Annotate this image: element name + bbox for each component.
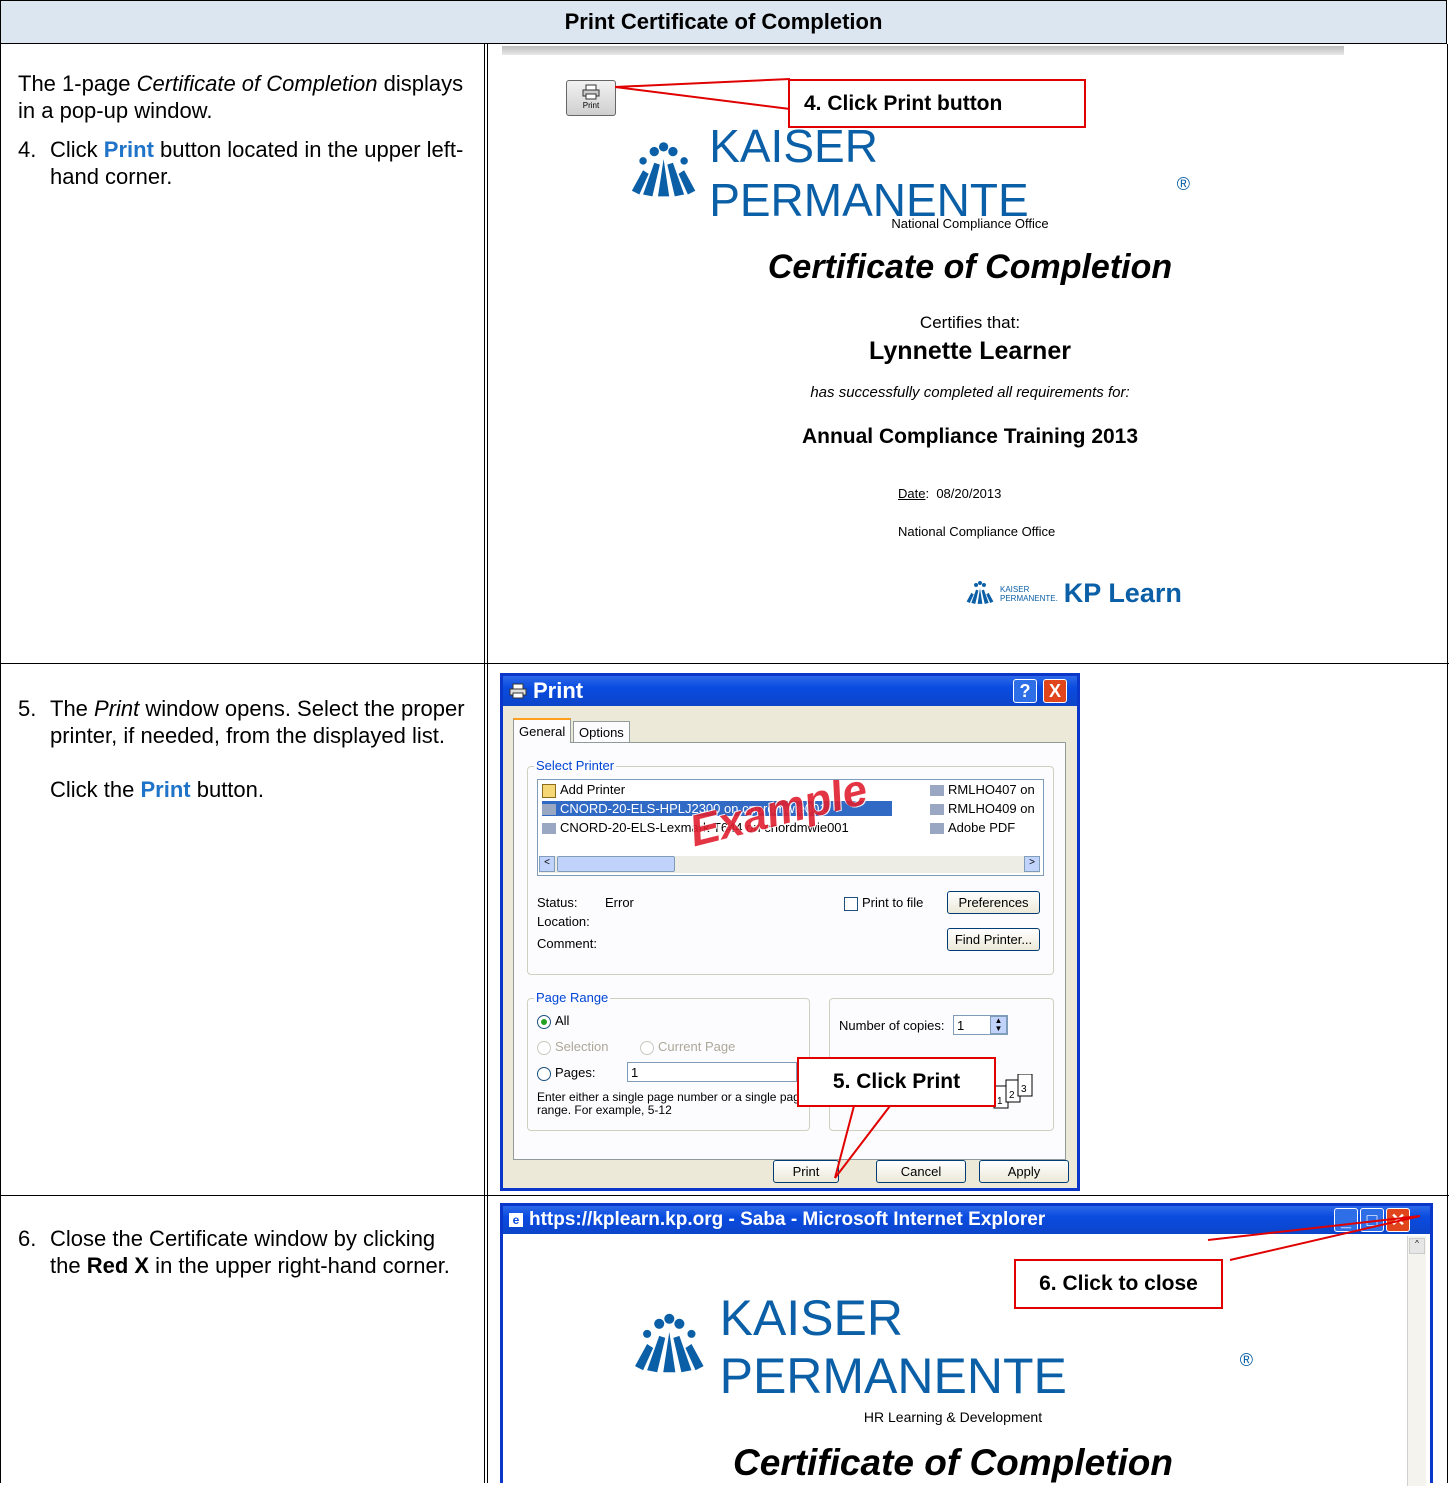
help-button[interactable]: ? (1013, 679, 1037, 703)
tab-general[interactable]: General (513, 718, 572, 743)
kp-logo: KAISER PERMANENTE ® (630, 120, 1190, 226)
scroll-right-icon[interactable]: > (1024, 856, 1040, 872)
window-top-strip (502, 46, 1344, 55)
radio-current-page[interactable]: Current Page (640, 1039, 735, 1055)
apply-button[interactable]: Apply (979, 1160, 1069, 1183)
ie-cert-subtitle: HR Learning & Development (863, 1409, 1043, 1425)
printer-icon (582, 84, 600, 100)
scroll-left-icon[interactable]: < (539, 856, 555, 872)
step4-intro: The 1-page Certificate of Completion dis… (18, 71, 464, 123)
ie-icon: e (509, 1213, 523, 1227)
svg-text:2: 2 (1009, 1090, 1015, 1101)
page-range-hint: Enter either a single page number or a s… (537, 1090, 807, 1117)
example-watermark: Example (684, 779, 873, 857)
find-printer-button[interactable]: Find Printer... (947, 928, 1040, 951)
status-value: Error (605, 895, 634, 910)
svg-text:3: 3 (1021, 1084, 1027, 1095)
kp-small-symbol-icon (966, 580, 994, 604)
table-divider-a (484, 44, 485, 1483)
step4-instructions: The 1-page Certificate of Completion dis… (18, 70, 468, 190)
callout-pointer-4 (615, 78, 791, 110)
kp-learn-logo: KAISER PERMANENTE. KP Learn (965, 578, 1182, 609)
table-border-left (0, 44, 1, 1483)
table-border-right (1447, 44, 1448, 1483)
cert-date: Date: 08/20/2013 (898, 486, 1002, 501)
table-header: Print Certificate of Completion (0, 0, 1447, 44)
callout-step5: 5. Click Print (797, 1057, 996, 1107)
printer-item[interactable]: RMLHO407 on (930, 782, 1035, 797)
row-divider-1 (0, 663, 1449, 664)
radio-pages[interactable]: Pages: (537, 1065, 595, 1081)
select-printer-group: Select Printer Add Printer CNORD-20-ELS-… (527, 758, 1054, 975)
callout-step6: 6. Click to close (1014, 1259, 1223, 1309)
kp-logo: KAISER PERMANENTE ® (633, 1290, 1253, 1404)
callout-pointer-6 (1207, 1215, 1421, 1261)
collate-icon: 123 (993, 1074, 1033, 1109)
printer-item[interactable]: Adobe PDF (930, 820, 1015, 835)
status-label: Status: (537, 895, 578, 910)
page-title: Print Certificate of Completion (564, 9, 883, 34)
step5-instructions: 5. The Print window opens. Select the pr… (18, 695, 468, 803)
step5-item: 5. The Print window opens. Select the pr… (18, 696, 465, 748)
step5-click: Click the Print button. (50, 777, 264, 802)
printer-icon (509, 683, 527, 699)
print-dialog-titlebar: Print (503, 676, 1077, 706)
comment-label: Comment: (537, 936, 597, 951)
print-dialog: Print ? X General Options Select Printer… (500, 673, 1080, 1191)
vertical-scrollbar[interactable]: ^ (1407, 1236, 1426, 1486)
printer-item[interactable]: RMLHO409 on (930, 801, 1035, 816)
location-label: Location: (537, 914, 590, 929)
cert-completed-text: has successfully completed all requireme… (810, 384, 1130, 401)
tab-options[interactable]: Options (573, 721, 630, 743)
printer-list[interactable]: Add Printer CNORD-20-ELS-HPLJ2300 on cno… (537, 779, 1044, 876)
radio-all[interactable]: All (537, 1013, 569, 1029)
copies-spinner[interactable]: ▲ ▼ (990, 1016, 1007, 1034)
table-divider-b (487, 44, 488, 1483)
cert-title: Certificate of Completion (767, 248, 1173, 286)
kp-symbol-icon (631, 142, 696, 197)
print-button[interactable]: Print (566, 80, 616, 116)
ie-cert-title: Certificate of Completion (733, 1442, 1173, 1483)
kp-symbol-icon (635, 1313, 704, 1373)
printer-item-add[interactable]: Add Printer (542, 782, 625, 798)
cert-learner-name: Lynnette Learner (869, 337, 1071, 365)
cert-office-footer: National Compliance Office (898, 524, 1056, 539)
scroll-thumb[interactable] (557, 856, 675, 872)
svg-text:1: 1 (997, 1096, 1003, 1107)
cert-course: Annual Compliance Training 2013 (801, 425, 1139, 448)
cert-office: National Compliance Office (891, 216, 1049, 231)
pages-input[interactable]: 1 (627, 1062, 797, 1082)
row-divider-2 (0, 1195, 1449, 1196)
step4-item: 4. Click Print button located in the upp… (18, 137, 464, 189)
step6-instructions: 6. Close the Certificate window by click… (18, 1225, 468, 1279)
horizontal-scrollbar[interactable]: < > (539, 856, 1040, 873)
copies-label: Number of copies: (839, 1018, 945, 1033)
close-button[interactable]: X (1043, 679, 1067, 703)
cert-certifies: Certifies that: (919, 313, 1021, 332)
print-to-file-checkbox[interactable]: Print to file (844, 895, 923, 911)
page-range-group: Page Range All Selection Current Page Pa… (527, 990, 810, 1131)
radio-selection[interactable]: Selection (537, 1039, 608, 1055)
step6-item: 6. Close the Certificate window by click… (18, 1226, 450, 1278)
preferences-button[interactable]: Preferences (947, 891, 1040, 914)
